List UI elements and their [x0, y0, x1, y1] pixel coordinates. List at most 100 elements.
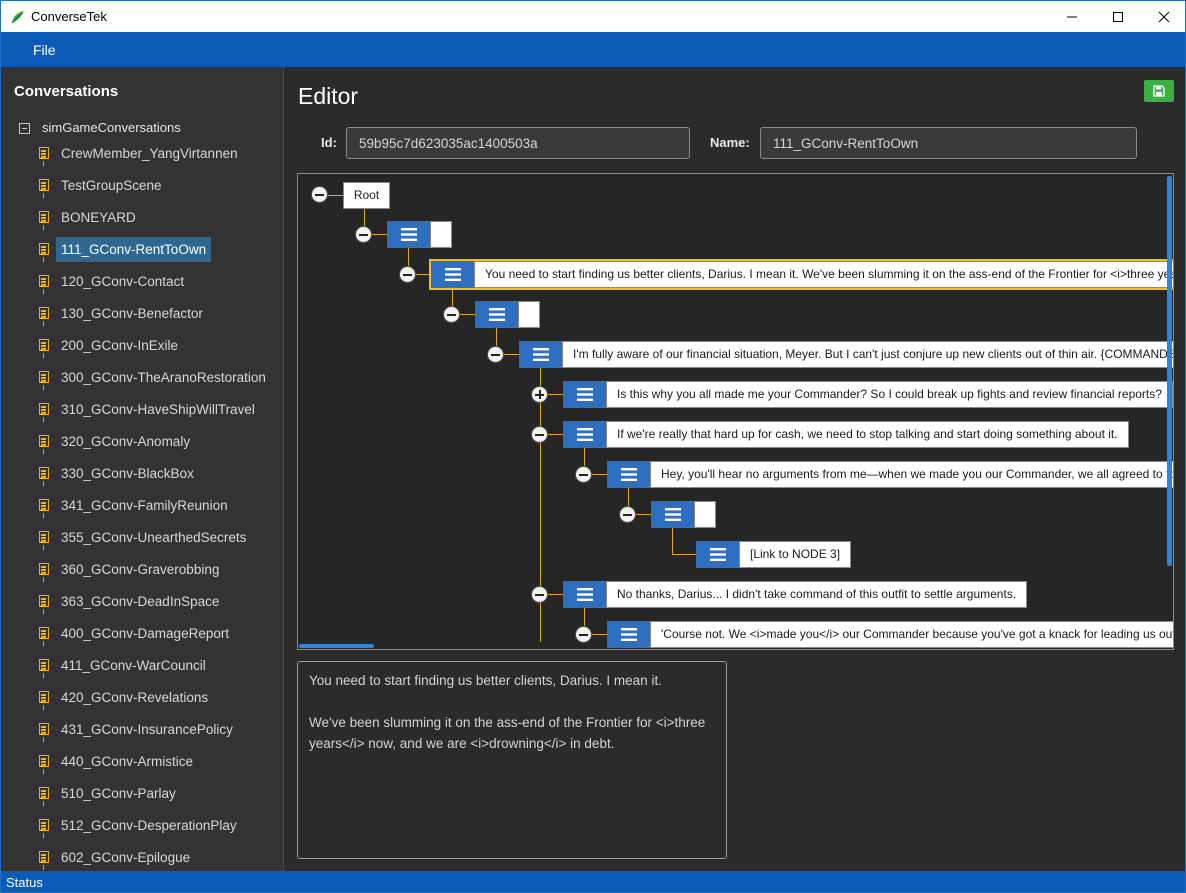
collapse-toggle[interactable]: [399, 266, 416, 283]
collapse-toggle[interactable]: [487, 346, 504, 363]
conversation-item[interactable]: 400_GConv-DamageReport: [1, 617, 283, 649]
node-menu-icon[interactable]: [696, 541, 739, 568]
maximize-button[interactable]: [1095, 1, 1141, 32]
conversation-item[interactable]: 360_GConv-Graverobbing: [1, 553, 283, 585]
conversation-item[interactable]: 440_GConv-Armistice: [1, 745, 283, 777]
tree-connector: [43, 161, 44, 166]
dialogue-node[interactable]: [651, 501, 716, 528]
node-menu-icon[interactable]: [387, 221, 430, 248]
node-text: Hey, you'll hear no arguments from me—wh…: [650, 461, 1173, 488]
conversation-item[interactable]: 420_GConv-Revelations: [1, 681, 283, 713]
conversation-item[interactable]: 411_GConv-WarCouncil: [1, 649, 283, 681]
collapse-toggle[interactable]: [443, 306, 460, 323]
collapse-toggle[interactable]: [355, 226, 372, 243]
node-text-editor[interactable]: You need to start finding us better clie…: [297, 661, 727, 859]
conversation-file-icon: [39, 371, 49, 383]
node-menu-icon[interactable]: [519, 341, 562, 368]
tree-connector: [43, 513, 44, 518]
root-node[interactable]: Root: [343, 182, 390, 209]
conversation-item-label: 431_GConv-InsurancePolicy: [61, 722, 233, 737]
collapse-toggle[interactable]: [311, 186, 328, 203]
tree-connector: [43, 193, 44, 198]
dialogue-tree-canvas[interactable]: Root You need to start finding us better…: [297, 173, 1174, 650]
node-menu-icon[interactable]: [431, 261, 474, 288]
conversation-item[interactable]: CrewMember_YangVirtannen: [1, 137, 283, 169]
node-menu-icon[interactable]: [475, 301, 518, 328]
conversation-item[interactable]: 111_GConv-RentToOwn: [1, 233, 283, 265]
conversation-item-label: BONEYARD: [61, 210, 136, 225]
conversation-item-label: 355_GConv-UnearthedSecrets: [61, 530, 247, 545]
dialogue-node[interactable]: [387, 221, 452, 248]
conversation-item[interactable]: TestGroupScene: [1, 169, 283, 201]
collapse-toggle[interactable]: [619, 506, 636, 523]
node-menu-icon[interactable]: [563, 381, 606, 408]
conversation-item[interactable]: 602_GConv-Epilogue: [1, 841, 283, 871]
node-text: No thanks, Darius... I didn't take comma…: [606, 581, 1028, 608]
conversation-item[interactable]: BONEYARD: [1, 201, 283, 233]
tree-connector: [43, 481, 44, 486]
conversation-item[interactable]: 130_GConv-Benefactor: [1, 297, 283, 329]
dialogue-node[interactable]: No thanks, Darius... I didn't take comma…: [563, 581, 1028, 608]
conversation-item[interactable]: 200_GConv-InExile: [1, 329, 283, 361]
tree-connector: [43, 449, 44, 454]
dialogue-node[interactable]: I'm fully aware of our financial situati…: [519, 341, 1173, 368]
dialogue-node[interactable]: 'Course not. We <i>made you</i> our Comm…: [607, 621, 1173, 648]
dialogue-node-selected[interactable]: You need to start finding us better clie…: [429, 259, 1173, 290]
conversation-file-icon: [39, 307, 49, 319]
conversation-item-label: 320_GConv-Anomaly: [61, 434, 191, 449]
tree-root-node[interactable]: simGameConversations: [19, 119, 181, 137]
node-menu-icon[interactable]: [563, 421, 606, 448]
vertical-scrollbar[interactable]: [1167, 176, 1172, 566]
minimize-button[interactable]: [1049, 1, 1095, 32]
collapse-icon[interactable]: [19, 122, 30, 134]
conversation-item[interactable]: 120_GConv-Contact: [1, 265, 283, 297]
conversation-item[interactable]: 330_GConv-BlackBox: [1, 457, 283, 489]
dialogue-node[interactable]: [475, 301, 540, 328]
conversation-item[interactable]: 300_GConv-TheAranoRestoration: [1, 361, 283, 393]
node-menu-icon[interactable]: [651, 501, 694, 528]
collapse-toggle[interactable]: [575, 466, 592, 483]
tree-connector: [43, 385, 44, 390]
conversation-item[interactable]: 363_GConv-DeadInSpace: [1, 585, 283, 617]
tree-connector: [43, 641, 44, 646]
id-field[interactable]: [346, 127, 690, 159]
tree-connector: [43, 257, 44, 262]
conversation-item[interactable]: 320_GConv-Anomaly: [1, 425, 283, 457]
collapse-toggle[interactable]: [531, 426, 548, 443]
conversation-item[interactable]: 355_GConv-UnearthedSecrets: [1, 521, 283, 553]
expand-toggle[interactable]: [531, 386, 548, 403]
dialogue-node[interactable]: If we're really that hard up for cash, w…: [563, 421, 1129, 448]
menu-file[interactable]: File: [33, 42, 56, 58]
dialogue-node[interactable]: Hey, you'll hear no arguments from me—wh…: [607, 461, 1173, 488]
id-label: Id:: [321, 135, 337, 150]
conversation-item-label: 130_GConv-Benefactor: [61, 306, 203, 321]
conversation-file-icon: [39, 691, 49, 703]
conversation-item[interactable]: 310_GConv-HaveShipWillTravel: [1, 393, 283, 425]
title-bar: ConverseTek: [1, 1, 1185, 32]
horizontal-scrollbar[interactable]: [299, 644, 374, 648]
node-menu-icon[interactable]: [607, 461, 650, 488]
conversation-item[interactable]: 341_GConv-FamilyReunion: [1, 489, 283, 521]
collapse-toggle[interactable]: [575, 626, 592, 643]
conversation-file-icon: [39, 787, 49, 799]
conversation-item[interactable]: 512_GConv-DesperationPlay: [1, 809, 283, 841]
node-menu-icon[interactable]: [607, 621, 650, 648]
conversation-file-icon: [39, 275, 49, 287]
conversation-item-label: 330_GConv-BlackBox: [61, 466, 194, 481]
conversation-item[interactable]: 510_GConv-Parlay: [1, 777, 283, 809]
conversation-item-label: TestGroupScene: [61, 178, 162, 193]
conversation-item[interactable]: 431_GConv-InsurancePolicy: [1, 713, 283, 745]
conversation-item-label: 510_GConv-Parlay: [61, 786, 176, 801]
name-field[interactable]: [760, 127, 1137, 159]
close-icon: [1158, 11, 1170, 22]
node-menu-icon[interactable]: [563, 581, 606, 608]
dialogue-node[interactable]: Is this why you all made me your Command…: [563, 381, 1173, 408]
save-button[interactable]: [1144, 80, 1174, 102]
tree-connector: [43, 769, 44, 774]
node-text: [694, 501, 716, 528]
collapse-toggle[interactable]: [531, 586, 548, 603]
close-button[interactable]: [1141, 1, 1185, 32]
link-node[interactable]: [Link to NODE 3]: [696, 541, 852, 568]
conversation-file-icon: [39, 595, 49, 607]
tree-connector: [43, 545, 44, 550]
